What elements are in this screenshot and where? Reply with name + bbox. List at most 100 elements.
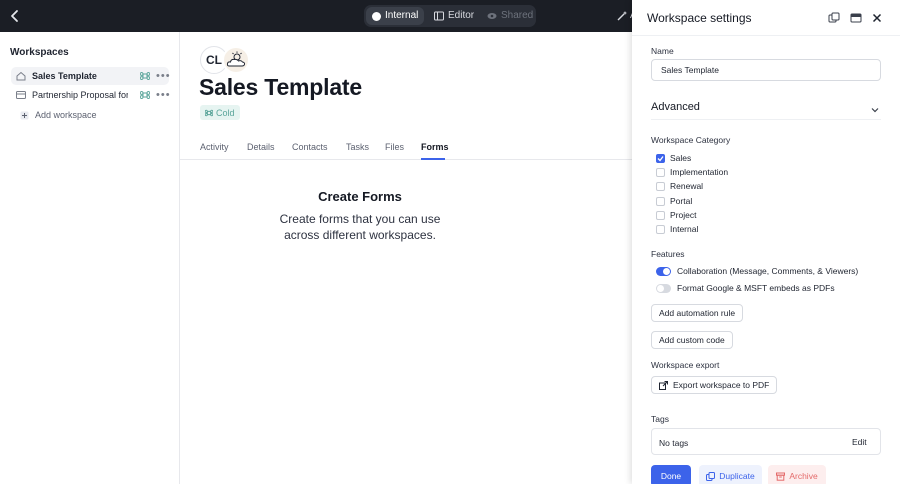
mode-internal-label: Internal: [385, 10, 419, 21]
workspace-settings-panel: Workspace settings Name Advanced Workspa…: [632, 0, 900, 484]
category-label-text: Renewal: [670, 181, 704, 191]
empty-desc-line: across different workspaces.: [284, 228, 436, 242]
add-workspace-button[interactable]: Add workspace: [20, 110, 97, 120]
copy-icon: [706, 471, 716, 481]
archive-icon: [776, 472, 786, 481]
tags-box: No tags Edit: [651, 428, 881, 455]
panel-icon: [850, 13, 862, 23]
view-mode-switch: Internal Editor Shared: [364, 5, 536, 27]
sidebar-item-sales-template[interactable]: Sales Template •••: [11, 67, 171, 85]
workspace-export-label: Workspace export: [651, 360, 720, 370]
page-title: Sales Template: [199, 74, 362, 100]
eye-icon: [487, 13, 497, 19]
command-icon: [139, 70, 151, 84]
checkbox[interactable]: [656, 153, 665, 163]
features-label: Features: [651, 249, 685, 259]
category-label: Workspace Category: [651, 135, 731, 145]
close-button[interactable]: [871, 12, 883, 24]
mode-editor[interactable]: Editor: [428, 7, 480, 25]
empty-desc-line: Create forms that you can use: [279, 212, 441, 226]
category-sales[interactable]: Sales: [656, 152, 691, 164]
category-renewal[interactable]: Renewal: [656, 180, 703, 192]
archive-button[interactable]: Archive: [768, 465, 826, 484]
sidebar-item-label: Partnership Proposal for N...: [32, 90, 128, 100]
empty-state-description: Create forms that you can use across dif…: [0, 211, 720, 243]
layout-icon: [434, 11, 444, 21]
status-badge-label: Cold: [216, 107, 235, 118]
mode-editor-label: Editor: [448, 10, 475, 21]
checkbox[interactable]: [656, 181, 665, 191]
duplicate-button[interactable]: Duplicate: [699, 465, 762, 484]
sun-cloud-icon: [226, 51, 246, 67]
more-icon[interactable]: •••: [156, 69, 171, 83]
category-label-text: Sales: [670, 153, 692, 163]
category-label-text: Internal: [670, 224, 699, 234]
tab-activity[interactable]: Activity: [200, 142, 229, 152]
check-icon: [657, 155, 664, 161]
feature-label: Collaboration (Message, Comments, & View…: [677, 266, 859, 276]
category-implementation[interactable]: Implementation: [656, 166, 728, 178]
category-label-text: Portal: [670, 196, 693, 206]
done-button[interactable]: Done: [651, 465, 691, 484]
avatar-logo[interactable]: [222, 46, 250, 74]
workspace-main: CL Sales Template Cold Activity Details …: [180, 32, 632, 484]
done-label: Done: [660, 471, 682, 481]
add-automation-rule-button[interactable]: Add automation rule: [651, 304, 744, 322]
edit-tags-button[interactable]: Edit: [852, 437, 867, 447]
export-pdf-button[interactable]: Export workspace to PDF: [651, 376, 778, 394]
command-icon: [205, 109, 213, 116]
add-automation-label: Add automation rule: [659, 308, 736, 318]
archive-label: Archive: [789, 471, 818, 481]
feature-collaboration[interactable]: Collaboration (Message, Comments, & View…: [656, 265, 858, 277]
magic-wand-button[interactable]: [616, 10, 628, 25]
tab-details[interactable]: Details: [247, 142, 275, 152]
feature-label: Format Google & MSFT embeds as PDFs: [677, 283, 835, 293]
category-label-text: Project: [670, 210, 697, 220]
home-icon: [15, 70, 27, 82]
checkbox[interactable]: [656, 224, 665, 234]
add-custom-code-button[interactable]: Add custom code: [651, 331, 733, 349]
category-portal[interactable]: Portal: [656, 195, 692, 207]
duplicate-label: Duplicate: [719, 471, 755, 481]
category-project[interactable]: Project: [656, 209, 696, 221]
back-button[interactable]: [6, 7, 24, 25]
checkbox[interactable]: [656, 210, 665, 220]
tab-tasks[interactable]: Tasks: [346, 142, 369, 152]
add-workspace-label: Add workspace: [35, 110, 97, 120]
checkbox[interactable]: [656, 196, 665, 206]
toggle-switch[interactable]: [656, 283, 671, 293]
panel-header: Workspace settings: [632, 0, 900, 36]
toggle-switch[interactable]: [656, 266, 671, 276]
checkbox[interactable]: [656, 167, 665, 177]
export-pdf-label: Export workspace to PDF: [673, 380, 770, 390]
add-custom-code-label: Add custom code: [659, 335, 725, 345]
mode-shared[interactable]: Shared: [481, 7, 539, 25]
divider: [651, 119, 881, 120]
advanced-toggle[interactable]: Advanced: [651, 101, 700, 113]
tab-contacts[interactable]: Contacts: [292, 142, 328, 152]
feature-format-embeds[interactable]: Format Google & MSFT embeds as PDFs: [656, 282, 835, 294]
sidebar-item-partnership-proposal[interactable]: Partnership Proposal for N... •••: [11, 86, 171, 104]
copy-button[interactable]: [828, 12, 840, 24]
workspace-icon: [15, 89, 27, 101]
active-tab-indicator: [421, 158, 445, 160]
command-icon: [139, 89, 151, 103]
sidebar-heading: Workspaces: [10, 47, 69, 58]
name-field[interactable]: [651, 59, 881, 81]
status-badge[interactable]: Cold: [200, 105, 240, 120]
close-icon: [872, 13, 882, 23]
workspace-tabs: Activity Details Contacts Tasks Files Fo…: [180, 136, 632, 160]
category-label-text: Implementation: [670, 167, 729, 177]
mode-shared-label: Shared: [501, 10, 534, 21]
chevron-left-icon: [11, 10, 18, 22]
chevron-down-icon[interactable]: [870, 103, 880, 117]
export-icon: [659, 380, 668, 390]
tab-forms[interactable]: Forms: [421, 142, 449, 152]
workspace-sidebar: Workspaces Sales Template ••• Partnershi…: [0, 32, 180, 484]
tags-label: Tags: [651, 414, 669, 424]
category-internal[interactable]: Internal: [656, 223, 698, 235]
tab-files[interactable]: Files: [385, 142, 404, 152]
collapse-panel-button[interactable]: [850, 12, 862, 24]
mode-internal[interactable]: Internal: [366, 7, 425, 25]
more-icon[interactable]: •••: [156, 88, 171, 102]
